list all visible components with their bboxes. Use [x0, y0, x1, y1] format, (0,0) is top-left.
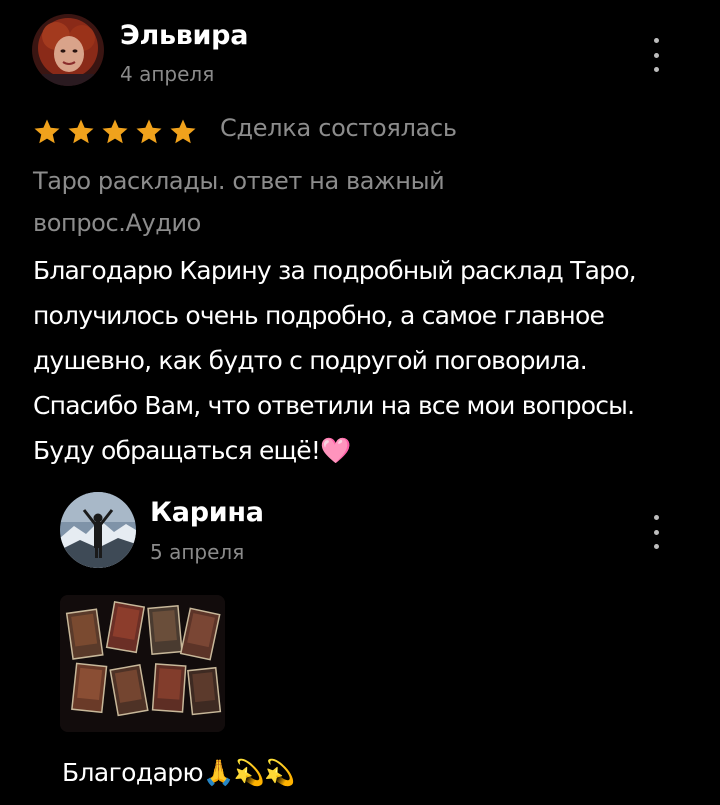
seller-avatar-image	[60, 492, 136, 568]
service-title[interactable]: Таро расклады. ответ на важный вопрос.Ау…	[33, 160, 553, 244]
review-more-options-icon[interactable]	[646, 38, 666, 72]
reviewer-name[interactable]: Эльвира	[120, 20, 248, 51]
reply-text: Благодарю🙏💫💫	[62, 758, 295, 787]
star-icon	[34, 119, 60, 144]
star-icon	[68, 119, 94, 144]
seller-avatar[interactable]	[60, 492, 136, 568]
reply-photo-tarot-cards[interactable]	[60, 595, 225, 732]
reviewer-avatar[interactable]	[32, 14, 104, 86]
rating-stars	[32, 117, 198, 147]
deal-status: Сделка состоялась	[220, 114, 457, 142]
reviewer-avatar-image	[32, 14, 104, 86]
seller-name[interactable]: Карина	[150, 497, 264, 528]
review-date: 4 апреля	[120, 62, 215, 86]
review-text: Благодарю Карину за подробный расклад Та…	[33, 256, 637, 465]
star-icon	[102, 119, 128, 144]
star-icon	[170, 119, 196, 144]
reply-date: 5 апреля	[150, 540, 245, 564]
tarot-cards-image	[60, 595, 225, 732]
reply-more-options-icon[interactable]	[646, 515, 666, 549]
star-icon	[136, 119, 162, 144]
